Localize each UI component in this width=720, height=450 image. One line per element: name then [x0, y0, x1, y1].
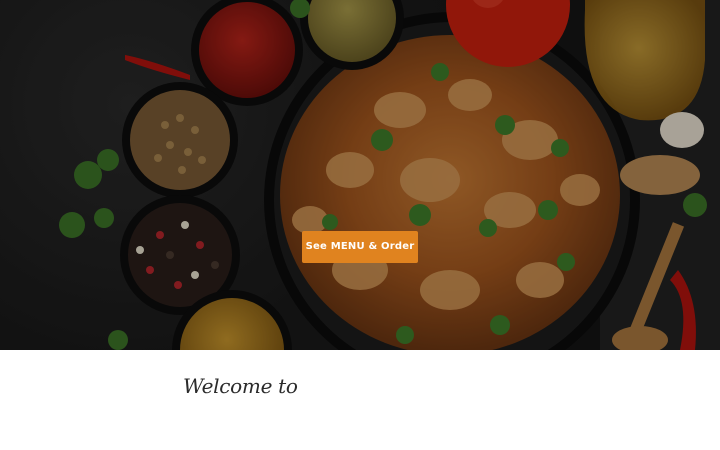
welcome-heading: Welcome to — [183, 374, 298, 398]
hero-banner: See MENU & Order — [0, 0, 720, 350]
page: See MENU & Order Welcome to — [0, 0, 720, 450]
see-menu-order-button[interactable]: See MENU & Order — [302, 231, 418, 263]
welcome-section: Welcome to — [0, 350, 720, 450]
hero-food-image — [59, 0, 720, 350]
